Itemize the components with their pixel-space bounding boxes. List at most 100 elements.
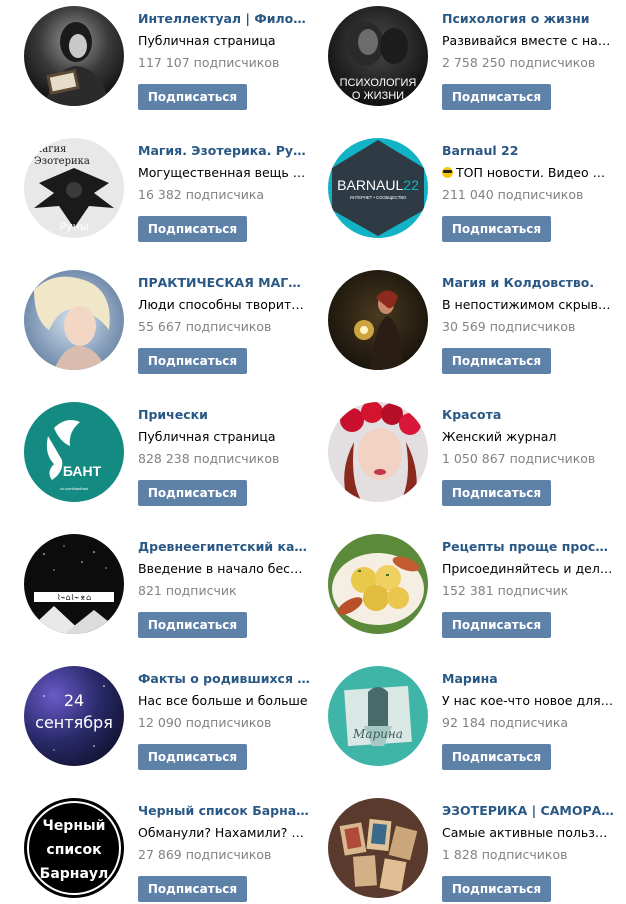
community-title-link[interactable]: Прически: [138, 407, 310, 423]
community-description: У нас кое-что новое для теб...: [442, 693, 614, 708]
community-description: Введение в начало бесконе...: [138, 561, 310, 576]
subscribe-button[interactable]: Подписаться: [138, 744, 247, 770]
community-card: БАНТ vk.com/banthair Прически Публичная …: [24, 402, 324, 506]
avatar-caption: список: [46, 842, 102, 858]
community-description-text: ТОП новости. Видео мат...: [456, 165, 614, 180]
community-avatar[interactable]: БАНТ vk.com/banthair: [24, 402, 124, 502]
subscriber-count: 1 828 подписчиков: [442, 847, 568, 862]
subscriber-count: 30 569 подписчиков: [442, 319, 576, 334]
avatar-caption: ИНТЕРНЕТ • СООБЩЕСТВО: [350, 195, 407, 200]
avatar-caption: ПСИХОЛОГИЯ: [340, 77, 417, 89]
subscriber-count: 117 107 подписчиков: [138, 55, 280, 70]
community-card: ПРАКТИЧЕСКАЯ МАГИЯ + Р... Люди способны …: [24, 270, 324, 374]
community-title-link[interactable]: ЭЗОТЕРИКА | САМОРАЗВИ...: [442, 803, 614, 819]
community-description: Нас все больше и больше: [138, 693, 308, 708]
subscriber-count: 152 381 подписчик: [442, 583, 569, 598]
subscriber-count: 16 382 подписчика: [138, 187, 265, 202]
subscribe-button[interactable]: Подписаться: [138, 612, 247, 638]
community-title-link[interactable]: Магия. Эзотерика. Руны.: [138, 143, 310, 159]
subscribe-button[interactable]: Подписаться: [138, 876, 247, 902]
community-card: ⌇⌁⌂⌇⌁⌆⌂ Древнеегипетский календа... Введ…: [24, 534, 324, 638]
community-title-link[interactable]: ПРАКТИЧЕСКАЯ МАГИЯ + Р...: [138, 275, 310, 291]
community-title-link[interactable]: Интеллектуал | Философ | Э...: [138, 11, 310, 27]
community-title-link[interactable]: Barnaul 22: [442, 143, 614, 159]
community-card: Рецепты проще простого. ... Присоединяйт…: [328, 534, 626, 638]
community-description: Женский журнал: [442, 429, 557, 444]
community-card: Черный список Барнаул Черный список Барн…: [24, 798, 324, 902]
avatar-caption: Марина: [352, 727, 403, 741]
community-description: Присоединяйтесь и делите...: [442, 561, 614, 576]
avatar-caption: О ЖИЗНИ: [352, 90, 404, 102]
subscribe-button[interactable]: Подписаться: [442, 216, 551, 242]
avatar-caption: БАНТ: [63, 463, 102, 479]
sunglasses-emoji-icon: [442, 167, 453, 178]
community-description: ТОП новости. Видео мат...: [442, 165, 614, 181]
community-card: BARNAUL22 ИНТЕРНЕТ • СООБЩЕСТВО Barnaul …: [328, 138, 626, 242]
community-avatar[interactable]: [328, 534, 428, 634]
subscriber-count: 27 869 подписчиков: [138, 847, 272, 862]
community-title-link[interactable]: Психология о жизни: [442, 11, 614, 27]
subscribe-button[interactable]: Подписаться: [138, 84, 247, 110]
avatar-caption: Черный: [43, 818, 106, 834]
community-card: Марина Марина У нас кое-что новое для те…: [328, 666, 626, 770]
avatar-caption: Барнаул: [40, 866, 109, 882]
community-card: Магия Эзотерика Руны Магия. Эзотерика. Р…: [24, 138, 324, 242]
community-title-link[interactable]: Марина: [442, 671, 614, 687]
subscriber-count: 211 040 подписчиков: [442, 187, 584, 202]
community-grid: Интеллектуал | Философ | Э... Публичная …: [0, 0, 626, 904]
subscriber-count: 12 090 подписчиков: [138, 715, 272, 730]
subscribe-button[interactable]: Подписаться: [442, 348, 551, 374]
avatar-caption: сентября: [35, 713, 113, 732]
community-card: Интеллектуал | Философ | Э... Публичная …: [24, 6, 324, 110]
community-card: Красота Женский журнал 1 050 867 подписч…: [328, 402, 626, 506]
community-description: Могущественная вещь вре...: [138, 165, 310, 180]
community-title-link[interactable]: Красота: [442, 407, 614, 423]
community-avatar[interactable]: [328, 402, 428, 502]
community-card: ЭЗОТЕРИКА | САМОРАЗВИ... Самые активные …: [328, 798, 626, 902]
community-description: Публичная страница: [138, 33, 276, 48]
subscriber-count: 2 758 250 подписчиков: [442, 55, 596, 70]
subscriber-count: 92 184 подписчика: [442, 715, 569, 730]
subscriber-count: 828 238 подписчиков: [138, 451, 280, 466]
subscribe-button[interactable]: Подписаться: [442, 744, 551, 770]
community-card: Магия и Колдовство. В непостижимом скрыв…: [328, 270, 626, 374]
subscribe-button[interactable]: Подписаться: [138, 348, 247, 374]
community-avatar[interactable]: 24 сентября: [24, 666, 124, 766]
avatar-caption: 24: [64, 691, 84, 710]
community-description: В непостижимом скрывает...: [442, 297, 614, 312]
subscriber-count: 1 050 867 подписчиков: [442, 451, 596, 466]
subscribe-button[interactable]: Подписаться: [442, 612, 551, 638]
avatar-caption: ⌇⌁⌂⌇⌁⌆⌂: [57, 593, 91, 602]
subscribe-button[interactable]: Подписаться: [138, 216, 247, 242]
subscribe-button[interactable]: Подписаться: [442, 84, 551, 110]
community-avatar[interactable]: Магия Эзотерика Руны: [24, 138, 124, 238]
avatar-caption: vk.com/banthair: [60, 486, 89, 491]
community-avatar[interactable]: ПСИХОЛОГИЯ О ЖИЗНИ: [328, 6, 428, 106]
community-description: Самые активные пользова...: [442, 825, 614, 840]
community-description: Развивайся вместе с нами!...: [442, 33, 614, 48]
community-avatar[interactable]: [24, 270, 124, 370]
community-description: Публичная страница: [138, 429, 276, 444]
community-avatar[interactable]: [24, 6, 124, 106]
community-avatar[interactable]: [328, 270, 428, 370]
community-title-link[interactable]: Черный список Барнаул: [138, 803, 310, 819]
community-avatar[interactable]: Марина: [328, 666, 428, 766]
subscribe-button[interactable]: Подписаться: [442, 876, 551, 902]
community-description: Люди способны творить чу...: [138, 297, 310, 312]
subscriber-count: 55 667 подписчиков: [138, 319, 272, 334]
community-avatar[interactable]: Черный список Барнаул: [24, 798, 124, 898]
community-title-link[interactable]: Древнеегипетский календа...: [138, 539, 310, 555]
community-title-link[interactable]: Магия и Колдовство.: [442, 275, 614, 291]
subscribe-button[interactable]: Подписаться: [442, 480, 551, 506]
subscribe-button[interactable]: Подписаться: [138, 480, 247, 506]
community-title-link[interactable]: Факты о родившихся 24 се...: [138, 671, 310, 687]
avatar-caption: BARNAUL22: [337, 177, 419, 193]
community-avatar[interactable]: ⌇⌁⌂⌇⌁⌆⌂: [24, 534, 124, 634]
community-title-link[interactable]: Рецепты проще простого. ...: [442, 539, 614, 555]
community-description: Обманули? Нахамили? Расс...: [138, 825, 310, 840]
community-card: ПСИХОЛОГИЯ О ЖИЗНИ Психология о жизни Ра…: [328, 6, 626, 110]
subscriber-count: 821 подписчик: [138, 583, 237, 598]
community-avatar[interactable]: [328, 798, 428, 898]
community-avatar[interactable]: BARNAUL22 ИНТЕРНЕТ • СООБЩЕСТВО: [328, 138, 428, 238]
avatar-caption: Руны: [59, 220, 88, 233]
